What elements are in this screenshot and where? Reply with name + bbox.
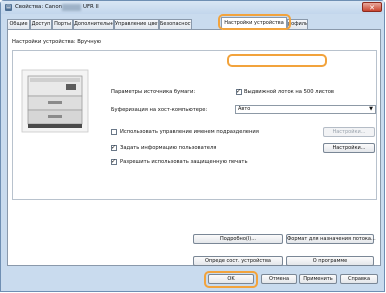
secure-print-checkbox[interactable] bbox=[111, 159, 117, 165]
tab-advanced[interactable]: Дополнительно bbox=[73, 19, 114, 29]
cancel-button[interactable]: Отмена bbox=[261, 274, 297, 284]
close-icon: ✕ bbox=[369, 4, 375, 12]
paper-source-500-label: Выдвижной лоток на 500 листов bbox=[244, 89, 334, 95]
detect-device-state-button[interactable]: Опреде сост. устройства bbox=[193, 256, 283, 266]
printer-properties-window: ▤ Свойства: Canon UFR II ✕ Общие Доступ … bbox=[0, 0, 385, 292]
user-info-label: Задать информацию пользователя bbox=[120, 145, 217, 151]
tab-sharing[interactable]: Доступ bbox=[30, 19, 52, 29]
dept-management-label: Использовать управление именем подраздел… bbox=[120, 129, 259, 135]
device-options-group: Параметры источника бумаги: Выдвижной ло… bbox=[12, 50, 377, 200]
dept-settings-button[interactable]: Настройки... bbox=[323, 127, 375, 137]
help-button[interactable]: Справка bbox=[340, 274, 378, 284]
tab-ports[interactable]: Порты bbox=[52, 19, 73, 29]
apply-button[interactable]: Применить bbox=[299, 274, 337, 284]
user-info-checkbox[interactable] bbox=[111, 145, 117, 151]
settings-mode-label: Настройки устройства: Вручную bbox=[12, 39, 102, 45]
paper-source-highlight-callout bbox=[227, 54, 327, 67]
user-settings-button[interactable]: Настройки... bbox=[323, 143, 375, 153]
tab-highlight-callout bbox=[218, 14, 291, 30]
redacted-model-name bbox=[62, 4, 81, 11]
paper-source-500-checkbox[interactable] bbox=[236, 89, 242, 95]
device-settings-panel: Настройки устройства: Вручную Параметры … bbox=[7, 29, 381, 266]
printer-icon: ▤ bbox=[5, 4, 12, 11]
chevron-down-icon: ▼ bbox=[369, 106, 373, 112]
printer-image-icon bbox=[21, 69, 89, 133]
tab-color-management[interactable]: Управление цветом bbox=[114, 19, 159, 29]
tab-security[interactable]: Безопасност bbox=[159, 19, 192, 29]
window-title-suffix: UFR II bbox=[83, 4, 99, 10]
spooling-select-value: Авто bbox=[238, 106, 251, 112]
window-title: Свойства: Canon bbox=[15, 4, 63, 10]
details-button[interactable]: Подробно(I)... bbox=[193, 234, 283, 244]
spooling-label: Буферизация на хост-компьютере: bbox=[111, 107, 208, 113]
close-button[interactable]: ✕ bbox=[362, 2, 382, 12]
about-button[interactable]: О программе bbox=[286, 256, 374, 266]
ok-highlight-callout bbox=[204, 271, 258, 288]
tab-general[interactable]: Общие bbox=[7, 19, 30, 29]
destination-format-button[interactable]: Формат для назначения потока... bbox=[286, 234, 376, 244]
tab-strip: Общие Доступ Порты Дополнительно Управле… bbox=[7, 17, 381, 30]
spooling-select[interactable]: Авто ▼ bbox=[235, 105, 376, 114]
title-bar[interactable]: ▤ Свойства: Canon UFR II ✕ bbox=[1, 1, 384, 14]
paper-source-label: Параметры источника бумаги: bbox=[111, 89, 196, 95]
secure-print-label: Разрешить использовать защищенную печать bbox=[120, 159, 248, 165]
dept-management-checkbox[interactable] bbox=[111, 129, 117, 135]
